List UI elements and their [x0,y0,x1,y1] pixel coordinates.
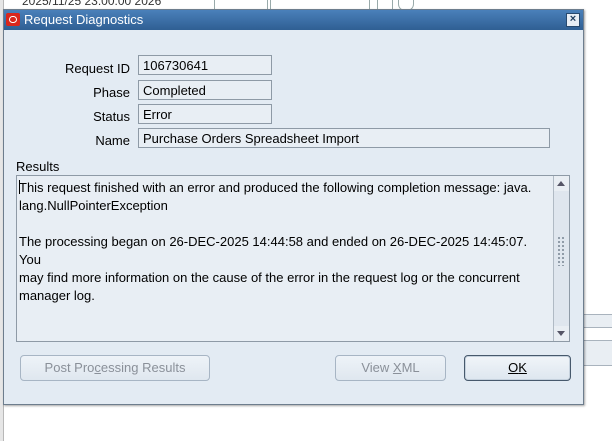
dialog-titlebar[interactable]: Request Diagnostics × [4,10,583,30]
phase-field[interactable]: Completed [138,80,272,100]
background-strip [583,314,612,328]
scrollbar-grip[interactable] [557,236,565,266]
background-datetime-text: 2025/11/25 23:00:00 2026 [22,0,162,8]
button-label: View [361,360,393,375]
button-mnemonic: O [508,360,519,375]
results-text-area[interactable]: This request finished with an error and … [16,175,570,342]
button-label: ML [401,360,420,375]
request-diagnostics-dialog: Request Diagnostics × Request ID 1067306… [3,9,584,405]
arrow-up-icon [557,181,565,186]
button-label: essing Results [100,360,186,375]
name-field[interactable]: Purchase Orders Spreadsheet Import [138,128,550,148]
button-mnemonic: X [392,360,402,375]
ok-button[interactable]: OK [464,355,571,381]
request-id-label: Request ID [64,61,130,76]
status-field[interactable]: Error [138,104,272,124]
button-label: K [518,360,527,375]
name-label: Name [95,133,130,148]
phase-label: Phase [93,85,130,100]
button-label: Post Pro [44,360,95,375]
close-icon[interactable]: × [566,13,580,27]
arrow-down-icon [557,331,565,336]
post-processing-results-button[interactable]: Post Processing Results [20,355,210,381]
oracle-logo-icon [6,13,20,26]
scroll-up-button[interactable] [554,176,569,191]
background-strip [583,340,612,366]
scroll-down-button[interactable] [554,326,569,341]
dialog-title: Request Diagnostics [24,12,144,27]
request-id-field[interactable]: 106730641 [138,55,272,75]
results-scrollbar[interactable] [553,176,569,341]
results-message: This request finished with an error and … [19,180,532,303]
view-xml-button[interactable]: View XML [335,355,446,381]
status-label: Status [93,109,130,124]
results-label: Results [16,159,60,174]
